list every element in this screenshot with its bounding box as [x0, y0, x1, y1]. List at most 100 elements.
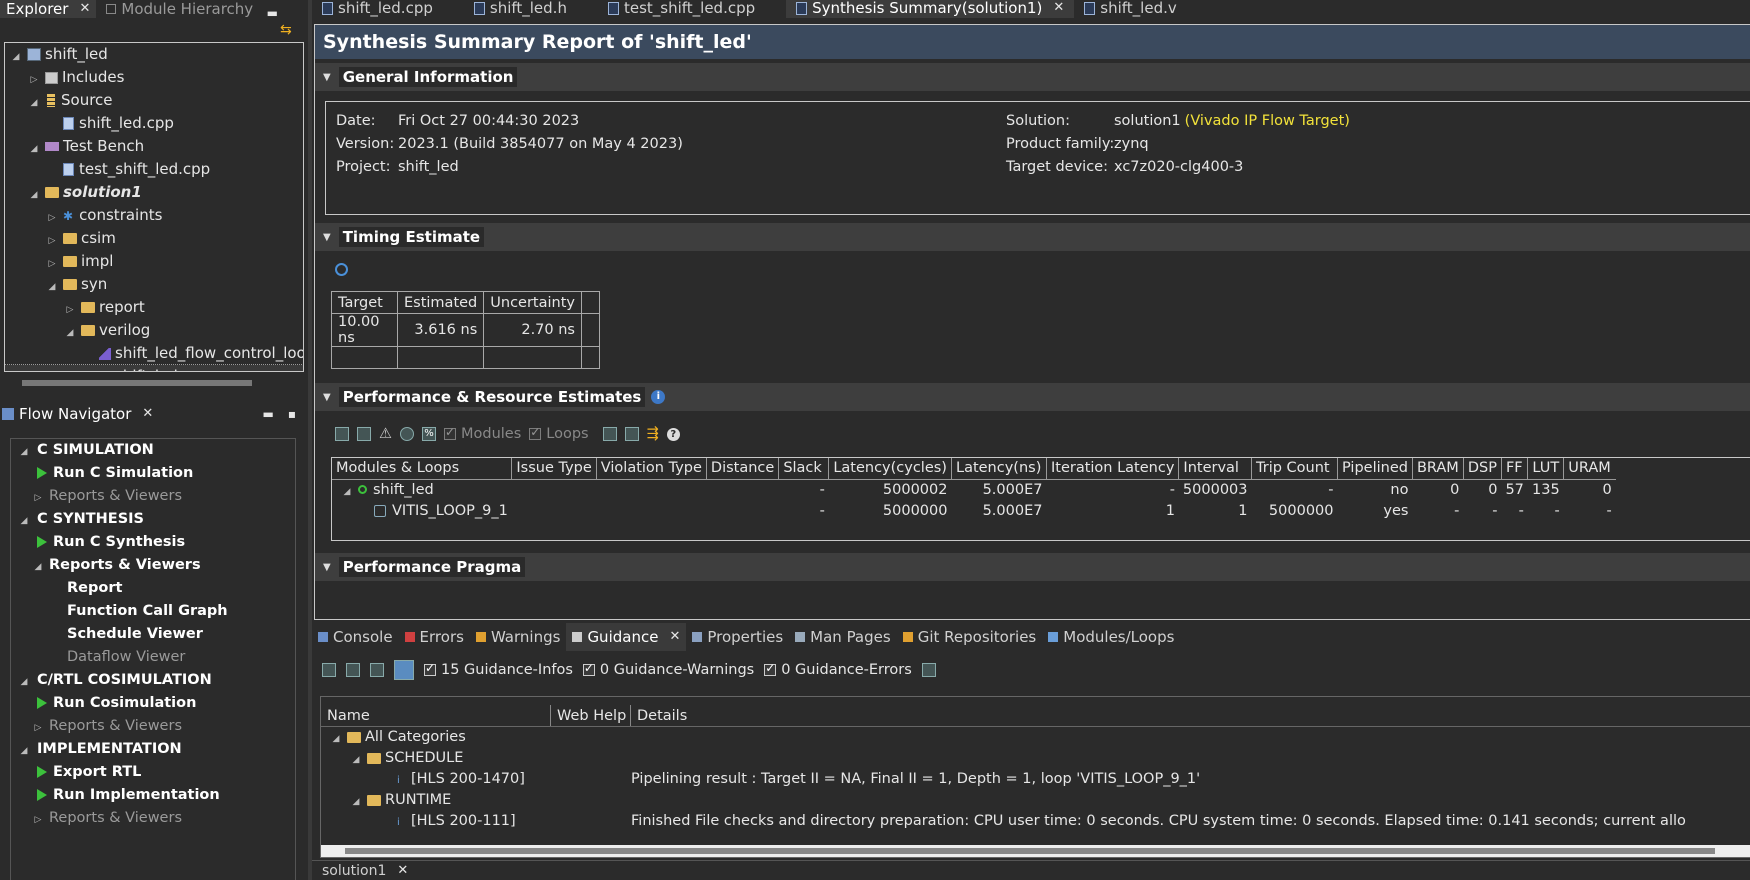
- guidance-warnings-checkbox[interactable]: 0 Guidance-Warnings: [582, 661, 754, 678]
- help-icon[interactable]: ?: [666, 427, 680, 441]
- chevron-down-icon[interactable]: ◢: [19, 510, 29, 533]
- chevron-down-icon[interactable]: ◢: [33, 556, 43, 579]
- chevron-down-icon[interactable]: ◢: [19, 441, 29, 464]
- flow-nav-item[interactable]: Dataflow Viewer: [11, 646, 295, 669]
- minimize-icon[interactable]: ▬: [267, 7, 278, 19]
- bottom-tab[interactable]: Errors: [399, 623, 470, 651]
- flow-nav-item[interactable]: Run C Synthesis: [11, 531, 295, 554]
- loops-checkbox[interactable]: Loops: [529, 425, 589, 442]
- flow-nav-item[interactable]: Function Call Graph: [11, 600, 295, 623]
- expand-all-icon[interactable]: [346, 663, 360, 677]
- search-tool-icon[interactable]: [322, 663, 336, 677]
- tree-item[interactable]: ▷ Includes: [5, 66, 303, 89]
- perf-header-cell[interactable]: FF: [1501, 458, 1529, 480]
- chevron-right-icon[interactable]: ▷: [33, 809, 43, 832]
- modules-checkbox[interactable]: Modules: [444, 425, 521, 442]
- flow-nav-item[interactable]: ▷ Reports & Viewers: [11, 485, 295, 508]
- flow-nav-item[interactable]: ◢ C SYNTHESIS: [11, 508, 295, 531]
- guidance-hscrollbar[interactable]: [321, 845, 1750, 857]
- flow-nav-item[interactable]: Run Cosimulation: [11, 692, 295, 715]
- editor-tab[interactable]: shift_led.cpp: [312, 0, 464, 18]
- tree-item[interactable]: shift_led.v: [5, 364, 303, 371]
- chevron-right-icon[interactable]: ▷: [33, 487, 43, 510]
- bottom-tab[interactable]: Git Repositories: [897, 623, 1043, 651]
- tree-item[interactable]: ▷ csim: [5, 227, 303, 250]
- tree-item[interactable]: ◢ shift_led: [5, 43, 303, 66]
- close-icon[interactable]: ✕: [669, 626, 680, 648]
- bottom-tab[interactable]: Modules/Loops: [1042, 623, 1180, 651]
- perf-data-row[interactable]: ◢ shift_led -5000002 5.000E7-5000003- no 0 0 57…: [332, 479, 1616, 500]
- list-tool-icon[interactable]: [921, 663, 936, 677]
- bottom-tab[interactable]: Man Pages: [789, 623, 897, 651]
- tree-item[interactable]: ◢ Source: [5, 89, 303, 112]
- perf-data-row[interactable]: VITIS_LOOP_9_1 - 5000000 5.000E7 1 1 5000000 ye…: [332, 500, 1616, 521]
- close-icon[interactable]: ✕: [397, 861, 408, 880]
- flow-nav-item[interactable]: ▷ Reports & Viewers: [11, 715, 295, 738]
- filter-tool-icon[interactable]: [400, 427, 414, 441]
- close-icon[interactable]: ✕: [79, 1, 90, 17]
- tree-item[interactable]: shift_led.cpp: [5, 112, 303, 135]
- column-header-details[interactable]: Details: [631, 705, 1750, 726]
- guidance-row[interactable]: ◢ SCHEDULE: [321, 748, 1750, 769]
- close-icon[interactable]: ✕: [1053, 0, 1064, 17]
- flow-nav-item[interactable]: Schedule Viewer: [11, 623, 295, 646]
- perf-header-cell[interactable]: Pipelined: [1337, 458, 1413, 480]
- timing-info-icon[interactable]: [335, 263, 348, 276]
- export-icon[interactable]: ⇶: [647, 426, 659, 442]
- chevron-right-icon[interactable]: ▷: [33, 717, 43, 740]
- perf-section-header[interactable]: ▼ Performance & Resource Estimates i: [315, 383, 1750, 411]
- grid-tool-icon[interactable]: [357, 427, 371, 441]
- perf-header-cell[interactable]: DSP: [1463, 458, 1502, 480]
- guidance-infos-checkbox[interactable]: 15 Guidance-Infos: [424, 661, 573, 678]
- chevron-down-icon[interactable]: ◢: [351, 792, 361, 813]
- flow-nav-item[interactable]: ◢ IMPLEMENTATION: [11, 738, 295, 761]
- guidance-row[interactable]: i [HLS 200-1470] Pipelining result : Targe…: [321, 769, 1750, 790]
- column-header-web-help[interactable]: Web Help: [551, 705, 631, 726]
- explorer-hscrollbar[interactable]: [22, 380, 252, 386]
- column-header-name[interactable]: Name: [321, 705, 551, 726]
- collapse-all-icon[interactable]: [370, 663, 384, 677]
- tree-item[interactable]: test_shift_led.cpp: [5, 158, 303, 181]
- expand-all-icon[interactable]: [602, 427, 617, 441]
- perf-header-cell[interactable]: URAM: [1563, 458, 1616, 480]
- flow-nav-item[interactable]: Run Implementation: [11, 784, 295, 807]
- guidance-row[interactable]: i [HLS 200-111] Finished File checks and d…: [321, 811, 1750, 832]
- perf-header-cell[interactable]: Iteration Latency: [1046, 458, 1180, 480]
- perf-header-cell[interactable]: Slack: [778, 458, 830, 480]
- tree-item[interactable]: ▷ report: [5, 296, 303, 319]
- tree-item[interactable]: shift_led_flow_control_loop_: [5, 342, 303, 365]
- flow-nav-item[interactable]: Run C Simulation: [11, 462, 295, 485]
- editor-tab[interactable]: Synthesis Summary(solution1) ✕: [786, 0, 1075, 18]
- tree-item[interactable]: ◢ Test Bench: [5, 135, 303, 158]
- sync-icon[interactable]: ⇆: [280, 22, 292, 38]
- warning-tool-icon[interactable]: ⚠: [379, 426, 392, 442]
- perf-header-cell[interactable]: Trip Count: [1251, 458, 1338, 480]
- editor-tab[interactable]: shift_led.h: [464, 0, 598, 18]
- tree-item[interactable]: ◢ solution1: [5, 181, 303, 204]
- editor-tab[interactable]: shift_led.v: [1074, 0, 1207, 18]
- maximize-icon[interactable]: ▪: [288, 407, 296, 421]
- perf-header-cell[interactable]: Issue Type: [511, 458, 597, 480]
- timing-section-header[interactable]: ▼ Timing Estimate: [315, 223, 1750, 251]
- guidance-row[interactable]: ◢ All Categories: [321, 727, 1750, 748]
- perf-header-cell[interactable]: Violation Type: [596, 458, 707, 480]
- tab-module-hierarchy[interactable]: Module Hierarchy: [96, 0, 263, 18]
- bottom-tab[interactable]: Warnings: [470, 623, 567, 651]
- chevron-down-icon[interactable]: ◢: [331, 729, 341, 750]
- perf-header-cell[interactable]: Distance: [706, 458, 780, 480]
- percent-tool-icon[interactable]: %: [422, 427, 436, 441]
- chevron-down-icon[interactable]: ◢: [342, 487, 352, 497]
- tree-item[interactable]: ◢ verilog: [5, 319, 303, 342]
- flow-nav-item[interactable]: ◢ C SIMULATION: [11, 439, 295, 462]
- chevron-down-icon[interactable]: ◢: [19, 740, 29, 763]
- bottom-tab[interactable]: Console: [312, 623, 399, 651]
- flow-nav-item[interactable]: ▷ Reports & Viewers: [11, 807, 295, 830]
- pragma-section-header[interactable]: ▼ Performance Pragma: [315, 553, 1750, 581]
- flow-nav-item[interactable]: ◢ C/RTL COSIMULATION: [11, 669, 295, 692]
- tree-item[interactable]: ◢ syn: [5, 273, 303, 296]
- close-icon[interactable]: ✕: [142, 403, 153, 425]
- info-icon[interactable]: i: [651, 390, 666, 404]
- tab-flow-navigator[interactable]: Flow Navigator ✕: [0, 400, 164, 428]
- bottom-tab[interactable]: Properties: [686, 623, 789, 651]
- flow-nav-item[interactable]: Export RTL: [11, 761, 295, 784]
